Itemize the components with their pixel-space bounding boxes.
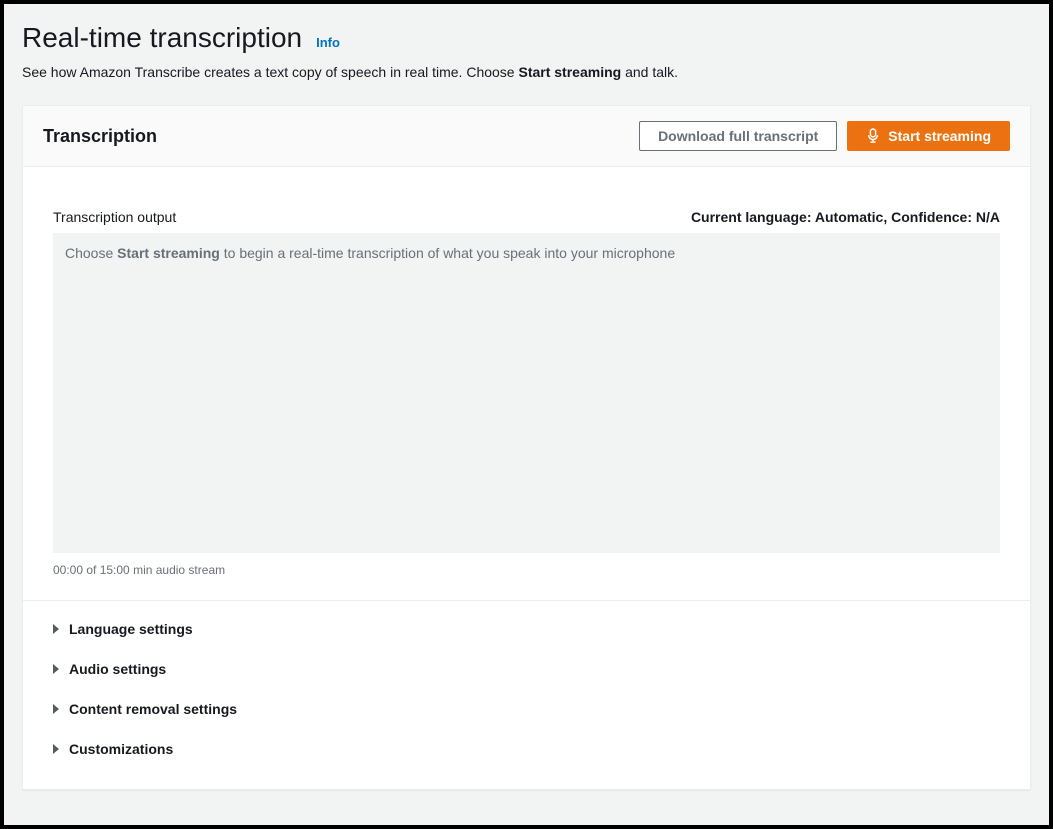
- microphone-icon: [866, 128, 880, 144]
- subtitle-pre: See how Amazon Transcribe creates a text…: [22, 64, 518, 80]
- caret-right-icon: [53, 744, 59, 754]
- output-status: Current language: Automatic, Confidence:…: [691, 209, 1000, 225]
- subtitle-bold: Start streaming: [518, 64, 621, 80]
- accordion-language-settings[interactable]: Language settings: [53, 609, 1000, 649]
- transcription-panel: Transcription Download full transcript S…: [22, 105, 1031, 790]
- caret-right-icon: [53, 704, 59, 714]
- page-subtitle: See how Amazon Transcribe creates a text…: [22, 62, 1031, 83]
- panel-header: Transcription Download full transcript S…: [23, 106, 1030, 167]
- accordion-audio-settings[interactable]: Audio settings: [53, 649, 1000, 689]
- accordion-customizations[interactable]: Customizations: [53, 729, 1000, 769]
- caret-right-icon: [53, 624, 59, 634]
- accordion-label: Customizations: [69, 741, 173, 757]
- panel-actions: Download full transcript Start streaming: [639, 121, 1010, 151]
- start-streaming-label: Start streaming: [888, 128, 991, 144]
- stream-duration: 00:00 of 15:00 min audio stream: [53, 563, 1000, 577]
- caret-right-icon: [53, 664, 59, 674]
- accordion-label: Language settings: [69, 621, 193, 637]
- output-header: Transcription output Current language: A…: [53, 209, 1000, 225]
- subtitle-post: and talk.: [621, 64, 678, 80]
- page-root: Real-time transcription Info See how Ama…: [4, 4, 1049, 825]
- page-header: Real-time transcription Info: [22, 22, 1031, 54]
- panel-body: Transcription output Current language: A…: [23, 167, 1030, 789]
- placeholder-bold: Start streaming: [117, 245, 220, 261]
- accordion-label: Content removal settings: [69, 701, 237, 717]
- placeholder-post: to begin a real-time transcription of wh…: [220, 245, 675, 261]
- placeholder-pre: Choose: [65, 245, 117, 261]
- accordion-list: Language settings Audio settings Content…: [53, 601, 1000, 769]
- transcription-output-box: Choose Start streaming to begin a real-t…: [53, 233, 1000, 553]
- download-transcript-button[interactable]: Download full transcript: [639, 121, 837, 151]
- panel-title: Transcription: [43, 126, 157, 147]
- start-streaming-button[interactable]: Start streaming: [847, 121, 1010, 151]
- page-title: Real-time transcription: [22, 22, 302, 54]
- accordion-label: Audio settings: [69, 661, 166, 677]
- info-link[interactable]: Info: [316, 35, 340, 50]
- output-label: Transcription output: [53, 209, 176, 225]
- accordion-content-removal-settings[interactable]: Content removal settings: [53, 689, 1000, 729]
